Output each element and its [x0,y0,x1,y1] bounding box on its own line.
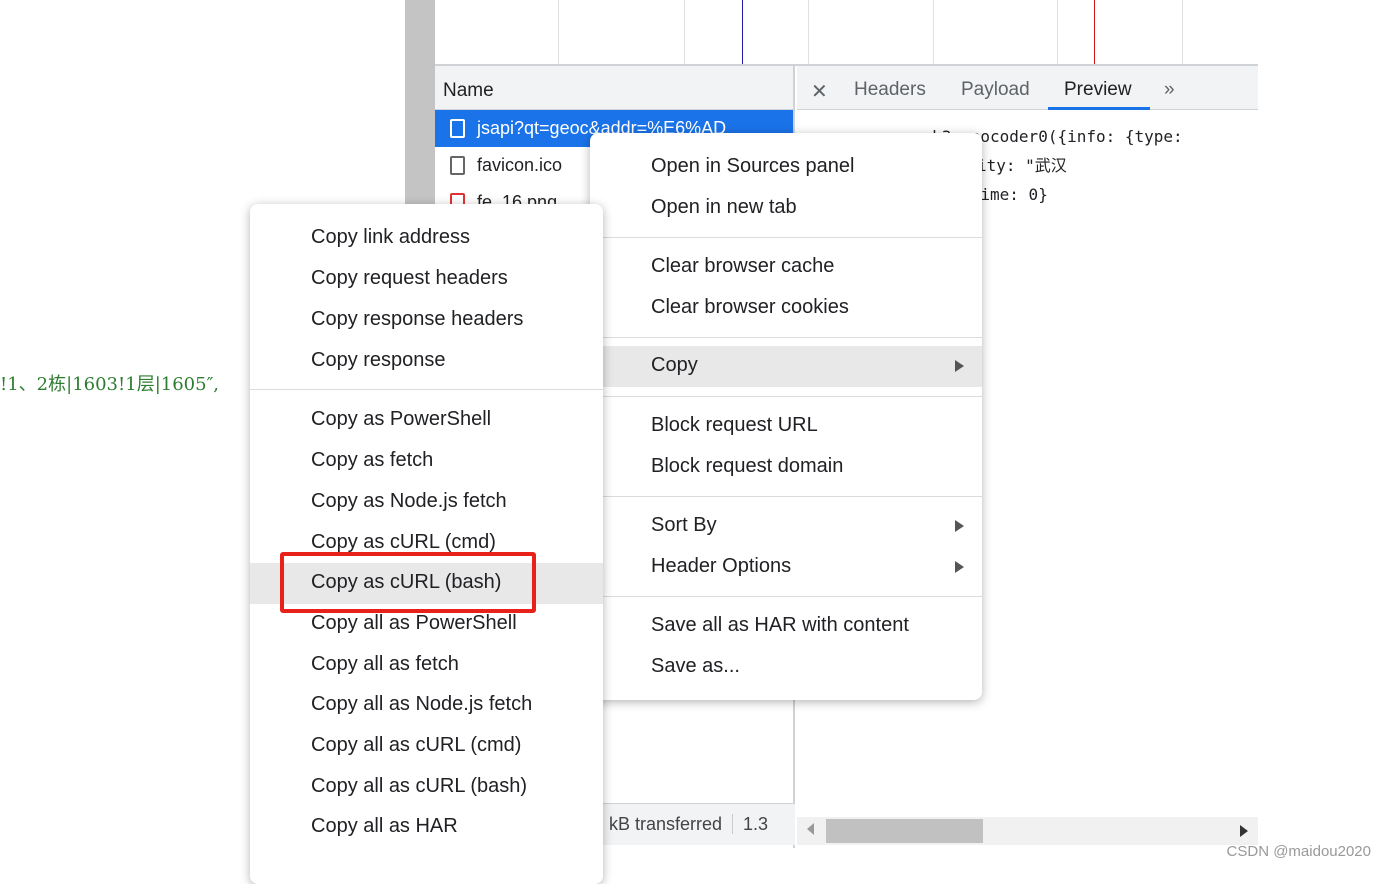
submenu-item[interactable]: Copy as PowerShell [250,400,603,441]
menu-item-header-options[interactable]: Header Options [590,547,982,588]
highlight-annotation-box [280,552,536,613]
load-line [1094,0,1095,64]
submenu-item[interactable]: Copy all as fetch [250,645,603,686]
menu-item-sort-by[interactable]: Sort By [590,506,982,547]
file-icon [450,156,465,175]
submenu-item[interactable]: Copy as Node.js fetch [250,482,603,523]
context-menu: Open in Sources panel Open in new tab Cl… [590,133,982,700]
background-code-text: !1、2栋|1603!1层|1605″, [0,374,220,395]
menu-item-save-as[interactable]: Save as... [590,647,982,688]
submenu-item[interactable]: Copy link address [250,218,603,259]
tab-preview[interactable]: Preview [1064,79,1132,101]
submenu-item[interactable]: Copy all as cURL (cmd) [250,726,603,767]
status-bar: kB transferred 1.3 [603,803,795,845]
submenu-arrow-icon [955,561,964,573]
submenu-item[interactable]: Copy all as HAR [250,807,603,848]
submenu-item[interactable]: Copy request headers [250,259,603,300]
submenu-arrow-icon [955,360,964,372]
submenu-arrow-icon [955,520,964,532]
scroll-right-icon[interactable] [1240,825,1248,837]
copy-submenu: Copy link address Copy request headers Cop… [250,204,603,884]
menu-item-block-url[interactable]: Block request URL [590,406,982,447]
document-icon [450,119,465,138]
menu-item-save-har[interactable]: Save all as HAR with content [590,606,982,647]
submenu-item[interactable]: Copy response [250,341,603,382]
menu-item-open-in-sources[interactable]: Open in Sources panel [590,147,982,188]
menu-item-clear-cache[interactable]: Clear browser cache [590,247,982,288]
horizontal-scrollbar[interactable] [797,817,1258,845]
submenu-item[interactable]: Copy response headers [250,300,603,341]
submenu-item[interactable]: Copy all as Node.js fetch [250,685,603,726]
close-icon[interactable]: ✕ [811,79,828,104]
details-tabs: ✕ Headers Payload Preview » [797,66,1258,110]
scroll-left-icon[interactable] [807,823,814,835]
submenu-item[interactable]: Copy all as cURL (bash) [250,767,603,808]
submenu-item[interactable]: Copy as fetch [250,441,603,482]
dom-content-loaded-line [742,0,743,64]
network-timeline[interactable] [435,0,1258,66]
menu-item-clear-cookies[interactable]: Clear browser cookies [590,288,982,329]
tab-headers[interactable]: Headers [854,79,926,101]
name-column-header[interactable]: Name [435,66,793,110]
menu-item-copy[interactable]: Copy [590,346,982,387]
tab-payload[interactable]: Payload [961,79,1030,101]
double-chevron-icon[interactable]: » [1164,79,1175,101]
menu-item-block-domain[interactable]: Block request domain [590,447,982,488]
watermark: CSDN @maidou2020 [1226,843,1371,860]
scroll-thumb[interactable] [826,819,983,843]
menu-item-open-in-new-tab[interactable]: Open in new tab [590,188,982,229]
